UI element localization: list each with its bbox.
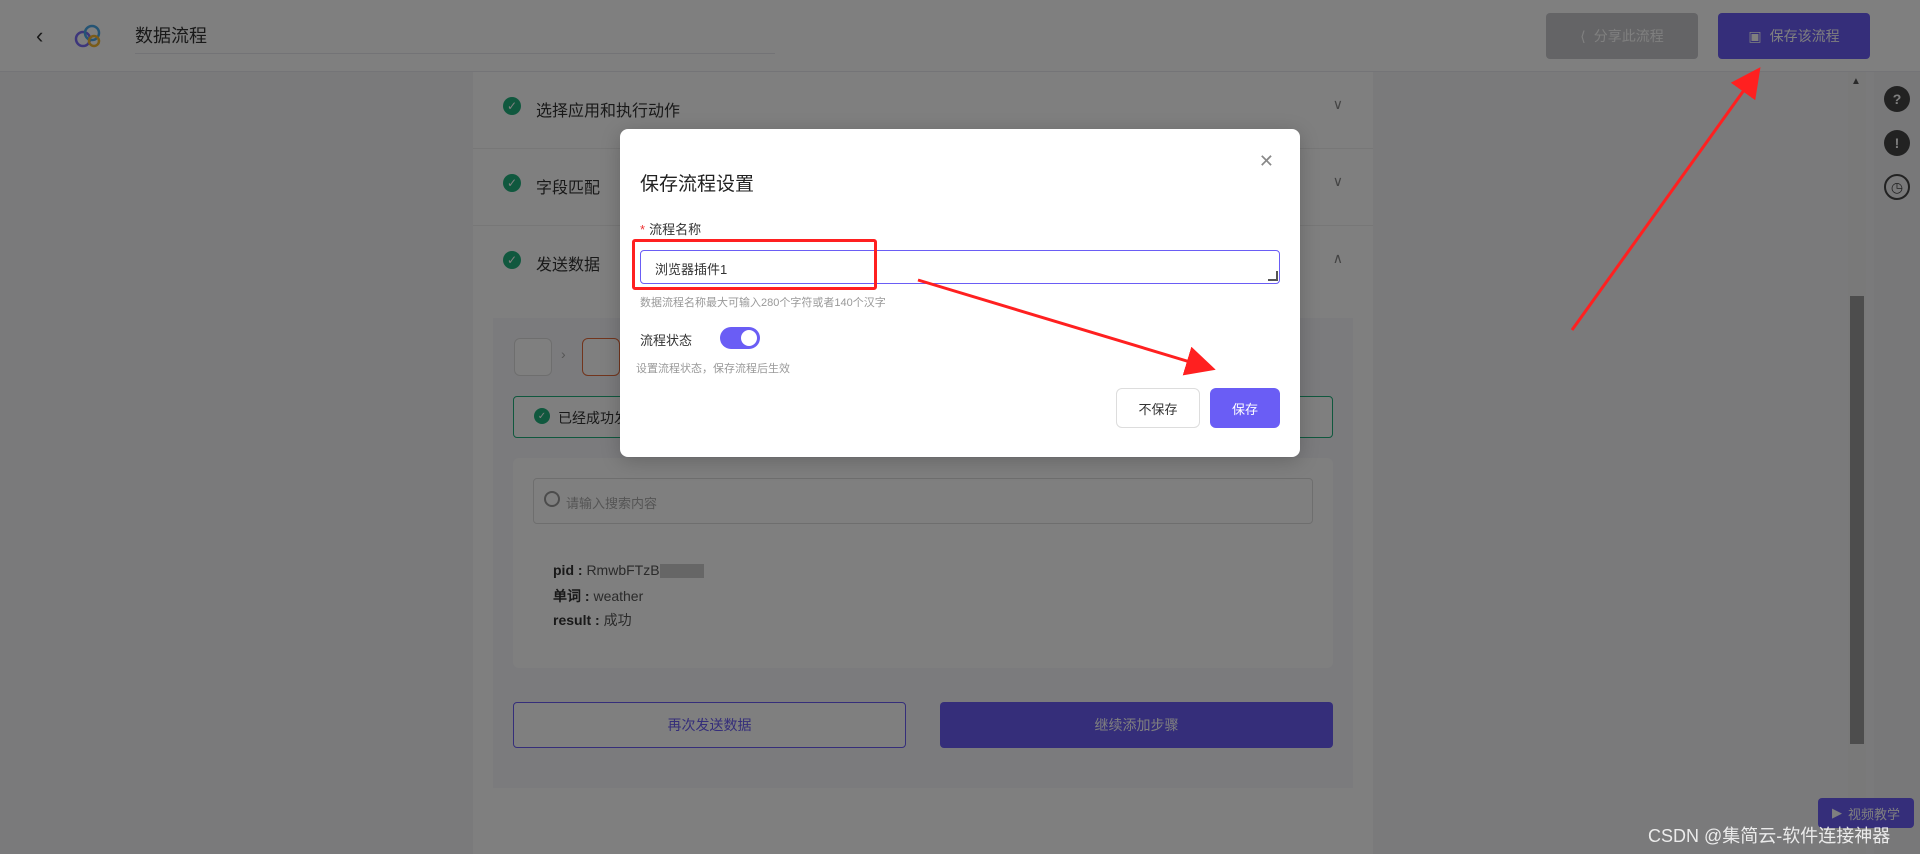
flow-status-label: 流程状态 — [640, 333, 693, 348]
highlight-box — [632, 239, 877, 290]
dont-save-button[interactable]: 不保存 — [1116, 388, 1200, 428]
toggle-knob — [741, 330, 757, 346]
watermark: CSDN @集简云-软件连接神器 — [1648, 826, 1891, 846]
close-icon[interactable]: ✕ — [1259, 151, 1274, 172]
flow-name-hint: 数据流程名称最大可输入280个字符或者140个汉字 — [640, 297, 886, 309]
resize-handle-icon[interactable] — [1268, 271, 1278, 281]
save-flow-settings-dialog: ✕ 保存流程设置 * 流程名称 浏览器插件1 数据流程名称最大可输入280个字符或… — [620, 129, 1300, 457]
dialog-title: 保存流程设置 — [640, 174, 755, 195]
required-asterisk: * — [640, 222, 646, 237]
flow-status-hint: 设置流程状态，保存流程后生效 — [636, 363, 790, 375]
flow-name-label-text: 流程名称 — [649, 222, 702, 237]
flow-status-toggle[interactable] — [720, 327, 760, 349]
save-button[interactable]: 保存 — [1210, 388, 1280, 428]
flow-name-label: * 流程名称 — [640, 219, 701, 238]
